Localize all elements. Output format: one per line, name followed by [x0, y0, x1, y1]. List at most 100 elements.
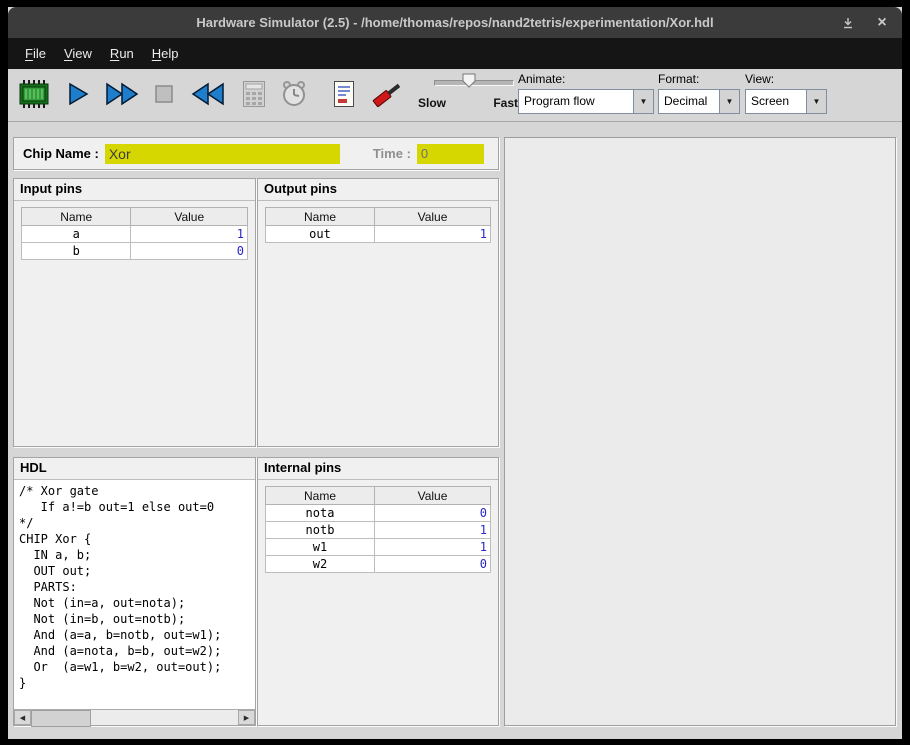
clock-button[interactable]	[278, 72, 310, 116]
column-header-name: Name	[266, 208, 375, 226]
reset-button[interactable]	[186, 72, 230, 116]
minimize-button[interactable]	[840, 15, 856, 31]
speed-slider[interactable]: Slow Fast	[418, 72, 518, 116]
hdl-code-line: PARTS:	[19, 579, 250, 595]
internal-pins-title: Internal pins	[258, 458, 498, 480]
hdl-code-line: OUT out;	[19, 563, 250, 579]
toolbar: Slow Fast Animate: Program flow ▼ Format…	[8, 69, 902, 122]
animate-value: Program flow	[519, 90, 633, 113]
scroll-left-button[interactable]: ◀	[14, 710, 31, 725]
input-pins-table: Name Value a 1 b 0	[21, 207, 248, 260]
hdl-code-line: And (a=nota, b=b, out=w2);	[19, 643, 250, 659]
format-label: Format:	[658, 72, 740, 86]
brush-icon	[370, 79, 406, 109]
stop-button[interactable]	[148, 72, 180, 116]
chip-icon	[17, 79, 51, 109]
table-header-row: Name Value	[266, 487, 491, 505]
slider-labels: Slow Fast	[418, 96, 518, 110]
menu-file-mnemonic: F	[25, 46, 33, 61]
script-button[interactable]	[328, 72, 360, 116]
output-pins-panel: Output pins Name Value out 1	[257, 178, 499, 447]
view-select[interactable]: Screen ▼	[745, 89, 827, 114]
pin-row: notb 1	[266, 522, 491, 539]
pin-name: w1	[266, 539, 375, 556]
pin-row: a 1	[22, 226, 248, 243]
time-value: 0	[417, 146, 428, 161]
app-window: Hardware Simulator (2.5) - /home/thomas/…	[8, 7, 902, 738]
hdl-code-line: Not (in=a, out=nota);	[19, 595, 250, 611]
hdl-code-line: }	[19, 675, 250, 691]
minimize-icon	[842, 17, 854, 29]
main-content: Chip Name : Xor Time : 0 Input pins Name…	[8, 122, 902, 739]
menu-file-rest: ile	[33, 46, 46, 61]
menu-item-help[interactable]: Help	[143, 41, 188, 66]
column-header-name: Name	[22, 208, 131, 226]
hdl-horizontal-scrollbar[interactable]: ◀ ▶	[14, 709, 255, 725]
menu-item-run[interactable]: Run	[101, 41, 143, 66]
pin-name: out	[266, 226, 375, 243]
menu-bar: File View Run Help	[8, 38, 902, 69]
column-header-value: Value	[375, 208, 491, 226]
animate-label: Animate:	[518, 72, 654, 86]
pin-row: w1 1	[266, 539, 491, 556]
single-step-button[interactable]	[62, 72, 94, 116]
fast-label: Fast	[493, 96, 518, 110]
pin-value[interactable]: 0	[131, 243, 248, 260]
format-select[interactable]: Decimal ▼	[658, 89, 740, 114]
dropdown-arrow-icon[interactable]: ▼	[633, 90, 653, 113]
title-bar[interactable]: Hardware Simulator (2.5) - /home/thomas/…	[8, 7, 902, 38]
pin-name: w2	[266, 556, 375, 573]
dropdown-arrow-icon[interactable]: ▼	[806, 90, 826, 113]
output-pins-title: Output pins	[258, 179, 498, 201]
dropdown-arrow-icon[interactable]: ▼	[719, 90, 739, 113]
menu-item-view[interactable]: View	[55, 41, 101, 66]
scrollbar-track[interactable]	[31, 710, 238, 725]
scroll-right-button[interactable]: ▶	[238, 710, 255, 725]
chip-name-label: Chip Name :	[23, 146, 99, 161]
menu-item-file[interactable]: File	[16, 41, 55, 66]
hdl-code-line: /* Xor gate	[19, 483, 250, 499]
hdl-code-line: Or (a=w1, b=w2, out=out);	[19, 659, 250, 675]
load-chip-button[interactable]	[14, 72, 54, 116]
pin-value: 1	[375, 226, 491, 243]
input-pins-panel: Input pins Name Value a 1 b 0	[13, 178, 256, 447]
column-header-value: Value	[131, 208, 248, 226]
calculator-button[interactable]	[238, 72, 270, 116]
menu-view-rest: iew	[72, 46, 92, 61]
paint-button[interactable]	[366, 72, 410, 116]
pin-value[interactable]: 1	[131, 226, 248, 243]
hdl-title: HDL	[14, 458, 255, 480]
animate-block: Animate: Program flow ▼	[518, 72, 654, 114]
table-header-row: Name Value	[22, 208, 248, 226]
pin-name: a	[22, 226, 131, 243]
chip-name-panel: Chip Name : Xor Time : 0	[13, 137, 499, 170]
stop-icon	[152, 82, 176, 106]
view-label: View:	[745, 72, 827, 86]
time-label: Time :	[373, 146, 411, 161]
pin-value: 0	[375, 505, 491, 522]
animate-select[interactable]: Program flow ▼	[518, 89, 654, 114]
menu-help-mnemonic: H	[152, 46, 161, 61]
hdl-code-view[interactable]: /* Xor gate If a!=b out=1 else out=0 */ …	[14, 480, 255, 710]
scrollbar-thumb[interactable]	[31, 710, 91, 727]
rewind-arrows-icon	[191, 82, 225, 106]
input-pins-title: Input pins	[14, 179, 255, 201]
pin-name: nota	[266, 505, 375, 522]
window-title: Hardware Simulator (2.5) - /home/thomas/…	[196, 15, 713, 30]
clock-icon	[280, 80, 308, 108]
internal-pins-panel: Internal pins Name Value nota 0 notb 1 w…	[257, 457, 499, 726]
view-value: Screen	[746, 90, 806, 113]
menu-run-mnemonic: R	[110, 46, 119, 61]
chip-name-input[interactable]: Xor	[105, 144, 340, 164]
pin-value: 1	[375, 539, 491, 556]
slow-label: Slow	[418, 96, 446, 110]
close-button[interactable]: ×	[874, 15, 890, 31]
titlebar-controls: ×	[840, 7, 890, 38]
run-button[interactable]	[100, 72, 144, 116]
hdl-code-line: If a!=b out=1 else out=0	[19, 499, 250, 515]
slider-thumb[interactable]	[462, 73, 476, 88]
output-pins-table: Name Value out 1	[265, 207, 491, 243]
menu-run-rest: un	[119, 46, 133, 61]
table-header-row: Name Value	[266, 208, 491, 226]
column-header-name: Name	[266, 487, 375, 505]
